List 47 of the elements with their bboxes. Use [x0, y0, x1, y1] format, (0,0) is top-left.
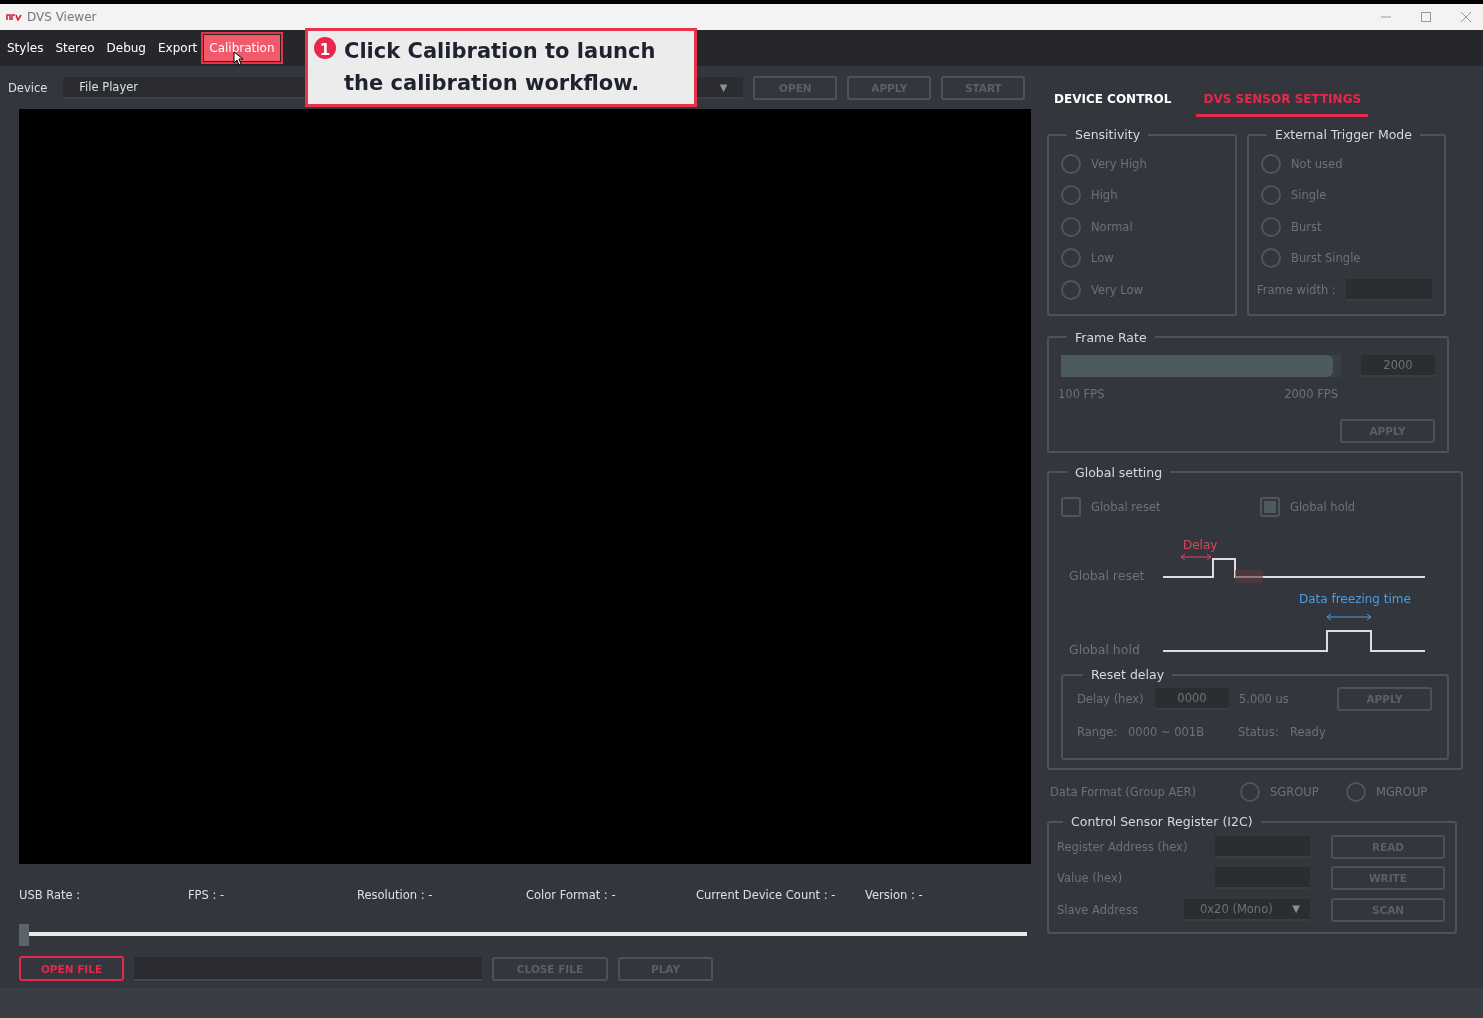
data-format-label: Data Format (Group AER) — [1050, 785, 1198, 799]
max-label: 2000 FPS — [1284, 386, 1338, 401]
status-label: Color Format : - — [526, 888, 617, 902]
group-title: Frame Rate — [1074, 329, 1148, 345]
min-label: 100 FPS — [1058, 386, 1105, 401]
checkbox-label: Global hold — [1290, 500, 1356, 515]
caret-icon: ▼ — [1292, 903, 1300, 915]
delay-label: Delay (hex) — [1077, 692, 1145, 706]
signal-label: Global reset — [1069, 568, 1146, 583]
status-label: USB Rate : — [19, 888, 82, 902]
device-label: Device — [8, 81, 48, 95]
field-label: Register Address (hex) — [1057, 839, 1189, 854]
range-label: Range: — [1077, 725, 1119, 739]
option-label: High — [1091, 188, 1118, 203]
group-title: Control Sensor Register (I2C) — [1070, 814, 1254, 829]
group-title: Sensitivity — [1074, 127, 1142, 142]
reset-timing-drawing: Delay — [1163, 537, 1433, 583]
signal-label: Global hold — [1069, 642, 1141, 657]
group-title: Global setting — [1074, 464, 1164, 480]
field-label: Value (hex) — [1057, 871, 1124, 886]
range-value: 0000 ~ 001B — [1128, 725, 1206, 739]
option-label: Low — [1091, 251, 1114, 266]
option-label: Burst — [1291, 219, 1322, 234]
status-label: Version : - — [865, 888, 924, 902]
option-label: Not used — [1291, 156, 1343, 171]
checkbox-label: Global reset — [1091, 500, 1161, 515]
frame-width-label: Frame width : — [1257, 282, 1336, 297]
option-label: Normal — [1091, 219, 1133, 234]
option-label: SGROUP — [1270, 785, 1319, 799]
option-label: Burst Single — [1291, 251, 1361, 266]
option-label: Very Low — [1091, 282, 1143, 297]
callout-text: Click Calibration to launch the calibration workflow. — [344, 38, 657, 97]
option-label: MGROUP — [1376, 785, 1428, 799]
group-title: Reset delay — [1090, 667, 1166, 682]
status-value: Ready — [1290, 725, 1326, 739]
hold-timing-drawing: Data freezing time — [1163, 591, 1433, 657]
status-label: Resolution : - — [357, 888, 434, 902]
group-title: External Trigger Mode — [1274, 127, 1413, 142]
status-label: FPS : - — [188, 888, 226, 902]
option-label: Very High — [1091, 156, 1147, 171]
step-badge: 1 — [314, 37, 336, 59]
delay-value: 5.000 us — [1239, 692, 1290, 706]
window-title: DVS Viewer — [27, 10, 97, 24]
status-label: Status: — [1238, 725, 1280, 739]
option-label: Single — [1291, 188, 1327, 203]
status-label: Current Device Count : - — [696, 888, 837, 902]
caret-icon: ▼ — [719, 81, 728, 93]
